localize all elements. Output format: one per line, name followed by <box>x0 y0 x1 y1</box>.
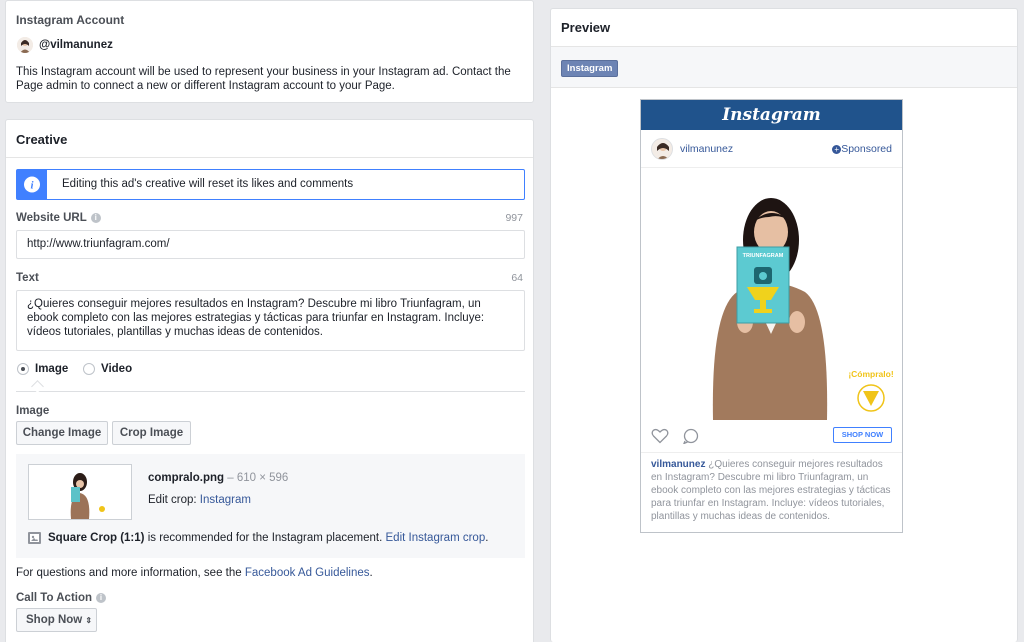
guidelines-note: For questions and more information, see … <box>16 567 373 579</box>
image-card: compralo.png – 610 × 596 Edit crop: Inst… <box>16 454 525 558</box>
image-thumbnail[interactable] <box>28 464 132 520</box>
account-description: This Instagram account will be used to r… <box>16 66 511 92</box>
creative-heading: Creative <box>16 132 68 147</box>
preview-avatar <box>651 138 673 160</box>
video-radio[interactable] <box>83 363 95 375</box>
account-heading: Instagram Account <box>16 13 125 27</box>
ad-image: TRIUNFAGRAM ¡Cómpralo! <box>641 170 902 420</box>
image-radio[interactable] <box>17 363 29 375</box>
buy-now-overlay-text: ¡Cómpralo! <box>848 369 894 379</box>
preview-caption: vilmanunez ¿Quieres conseguir mejores re… <box>651 459 891 522</box>
crop-image-button[interactable]: Crop Image <box>112 421 191 445</box>
text-label: Text <box>16 272 39 284</box>
website-url-input[interactable]: http://www.triunfagram.com/ <box>16 230 525 259</box>
edit-crop: Edit crop: Instagram <box>148 494 251 506</box>
account-avatar <box>17 37 33 53</box>
instagram-header-bar: Instagram <box>641 100 902 130</box>
notice-text: Editing this ad's creative will reset it… <box>62 178 354 190</box>
tab-video[interactable]: Video <box>101 363 132 375</box>
text-count: 64 <box>511 272 523 284</box>
chevron-updown-icon: ⇕ <box>85 616 93 625</box>
website-url-label: Website URL i <box>16 212 101 224</box>
divider <box>641 452 902 453</box>
shop-now-button[interactable]: SHOP NOW <box>833 427 892 443</box>
book-title-text: TRIUNFAGRAM <box>743 253 784 259</box>
preview-toolbar: Instagram <box>551 46 1017 88</box>
preview-heading: Preview <box>561 20 611 35</box>
comment-icon[interactable] <box>682 428 700 445</box>
instagram-logo: Instagram <box>722 105 821 125</box>
preview-username[interactable]: vilmanunez <box>680 143 733 155</box>
info-circle-icon[interactable]: i <box>96 593 107 603</box>
cta-select[interactable]: Shop Now ⇕ <box>16 608 97 632</box>
account-handle: @vilmanunez <box>39 39 113 51</box>
website-url-count: 997 <box>505 212 523 224</box>
sponsored-label: + Sponsored <box>832 143 892 155</box>
change-image-button[interactable]: Change Image <box>16 421 108 445</box>
instagram-account-panel: Instagram Account @vilmanunez This Insta… <box>5 0 534 103</box>
reset-notice: i Editing this ad's creative will reset … <box>16 169 525 200</box>
ad-text-input[interactable]: ¿Quieres conseguir mejores resultados en… <box>16 290 525 351</box>
image-label: Image <box>16 405 50 417</box>
ad-guidelines-link[interactable]: Facebook Ad Guidelines <box>245 567 370 579</box>
info-circle-icon[interactable]: i <box>90 213 101 223</box>
square-crop-note: Square Crop (1:1) is recommended for the… <box>48 532 489 544</box>
tab-image[interactable]: Image <box>35 363 68 375</box>
creative-panel: Creative i Editing this ad's creative wi… <box>5 119 534 642</box>
placement-badge[interactable]: Instagram <box>561 60 619 77</box>
file-name: compralo.png – 610 × 596 <box>148 472 289 484</box>
heart-icon[interactable] <box>651 428 669 444</box>
image-icon <box>28 532 41 544</box>
divider <box>6 157 533 158</box>
edit-crop-link[interactable]: Instagram <box>200 494 251 506</box>
tabs-divider <box>16 391 525 392</box>
instagram-ad-preview: Instagram vilmanunez + Sponsored TRIUNFAG… <box>640 99 903 533</box>
info-icon: i <box>17 170 47 199</box>
edit-instagram-crop-link[interactable]: Edit Instagram crop <box>386 532 486 544</box>
plus-circle-icon: + <box>832 145 842 154</box>
divider <box>641 167 902 168</box>
caption-username[interactable]: vilmanunez <box>651 459 705 470</box>
cta-label: Call To Action i <box>16 592 107 604</box>
